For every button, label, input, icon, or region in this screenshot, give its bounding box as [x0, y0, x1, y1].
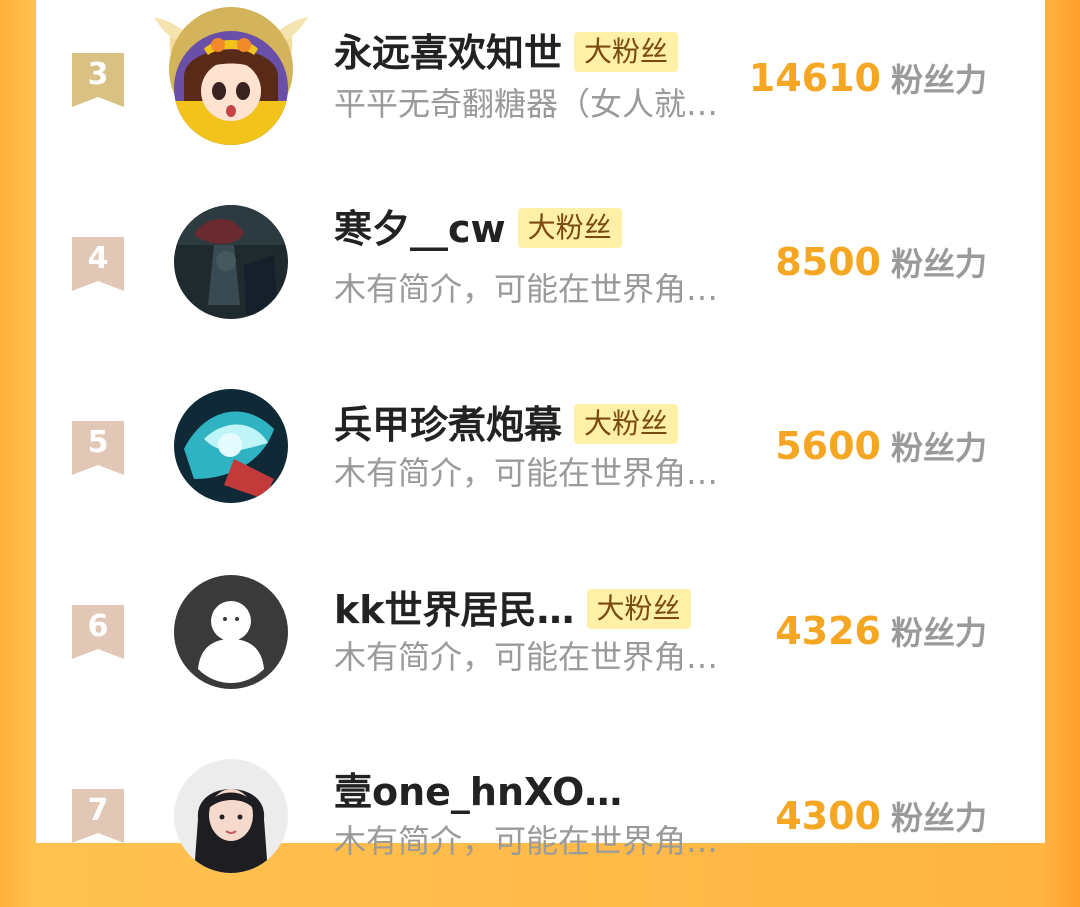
fan-ranking-panel: 3 永远喜欢知世 大粉丝 平平无奇翻糖器（女人就… 14610 粉丝力 4 寒夕…	[36, 0, 1045, 873]
cyan-art-avatar-icon[interactable]	[174, 389, 288, 503]
user-name-text: 永远喜欢知世	[334, 31, 563, 75]
rank-number: 5	[87, 425, 109, 460]
fan-power-score: 5600 粉丝力	[775, 423, 987, 477]
user-description: 平平无奇翻糖器（女人就…	[334, 85, 719, 123]
user-name[interactable]: 壹one_hnXO…	[334, 769, 622, 815]
user-name-text: kk世界居民…	[334, 588, 575, 632]
ranking-row-3[interactable]: 3 永远喜欢知世 大粉丝 平平无奇翻糖器（女人就… 14610 粉丝力	[36, 0, 1045, 171]
score-unit: 粉丝力	[890, 429, 987, 467]
fan-power-score: 14610 粉丝力	[749, 55, 987, 109]
score-value: 8500	[775, 240, 881, 284]
user-description: 木有简介，可能在世界角…	[334, 270, 719, 308]
user-description: 木有简介，可能在世界角…	[334, 638, 719, 676]
anime-girl-avatar-icon[interactable]	[174, 31, 288, 145]
score-unit: 粉丝力	[890, 245, 987, 283]
score-unit: 粉丝力	[890, 61, 987, 99]
big-fan-badge: 大粉丝	[574, 31, 679, 72]
score-value: 4326	[775, 609, 881, 653]
dark-scene-avatar-icon[interactable]	[174, 205, 288, 319]
score-unit: 粉丝力	[890, 614, 987, 652]
score-value: 14610	[748, 56, 881, 100]
rank-ribbon: 3	[72, 53, 124, 107]
rank-ribbon: 5	[72, 421, 124, 475]
big-fan-badge: 大粉丝	[574, 403, 679, 444]
ranking-row-6[interactable]: 6 kk世界居民… 大粉丝 木有简介，可能在世界角… 4326 粉丝力	[36, 539, 1045, 723]
default-user-avatar-icon[interactable]	[174, 575, 288, 689]
fan-power-score: 4326 粉丝力	[775, 608, 987, 662]
big-fan-badge: 大粉丝	[586, 588, 691, 629]
user-name[interactable]: kk世界居民… 大粉丝	[334, 587, 691, 633]
score-value: 4300	[775, 794, 881, 838]
user-name[interactable]: 寒夕__cw 大粉丝	[334, 206, 622, 252]
rank-number: 3	[87, 57, 109, 92]
ranking-row-4[interactable]: 4 寒夕__cw 大粉丝 木有简介，可能在世界角… 8500 粉丝力	[36, 171, 1045, 355]
score-value: 5600	[775, 424, 881, 468]
user-name-text: 寒夕__cw	[334, 207, 506, 251]
user-description: 木有简介，可能在世界角…	[334, 454, 719, 492]
rank-number: 4	[87, 241, 109, 276]
rank-ribbon: 6	[72, 605, 124, 659]
user-name[interactable]: 永远喜欢知世 大粉丝	[334, 30, 679, 76]
ranking-row-5[interactable]: 5 兵甲珍煮炮幕 大粉丝 木有简介，可能在世界角… 5600 粉丝力	[36, 355, 1045, 539]
photo-girl-avatar-icon[interactable]	[174, 759, 288, 873]
rank-ribbon: 4	[72, 237, 124, 291]
user-description: 木有简介，可能在世界角…	[334, 822, 719, 860]
rank-number: 6	[87, 609, 109, 644]
user-name[interactable]: 兵甲珍煮炮幕 大粉丝	[334, 402, 679, 448]
score-unit: 粉丝力	[890, 799, 987, 837]
rank-number: 7	[87, 793, 109, 828]
ranking-row-7[interactable]: 7 壹one_hnXO… 木有简介，可能在世界角… 4300 粉丝力	[36, 723, 1045, 907]
rank-ribbon: 7	[72, 789, 124, 843]
big-fan-badge: 大粉丝	[517, 207, 622, 248]
user-name-text: 兵甲珍煮炮幕	[334, 403, 563, 447]
fan-power-score: 8500 粉丝力	[775, 239, 987, 293]
user-name-text: 壹one_hnXO…	[334, 770, 623, 814]
fan-power-score: 4300 粉丝力	[775, 793, 987, 847]
